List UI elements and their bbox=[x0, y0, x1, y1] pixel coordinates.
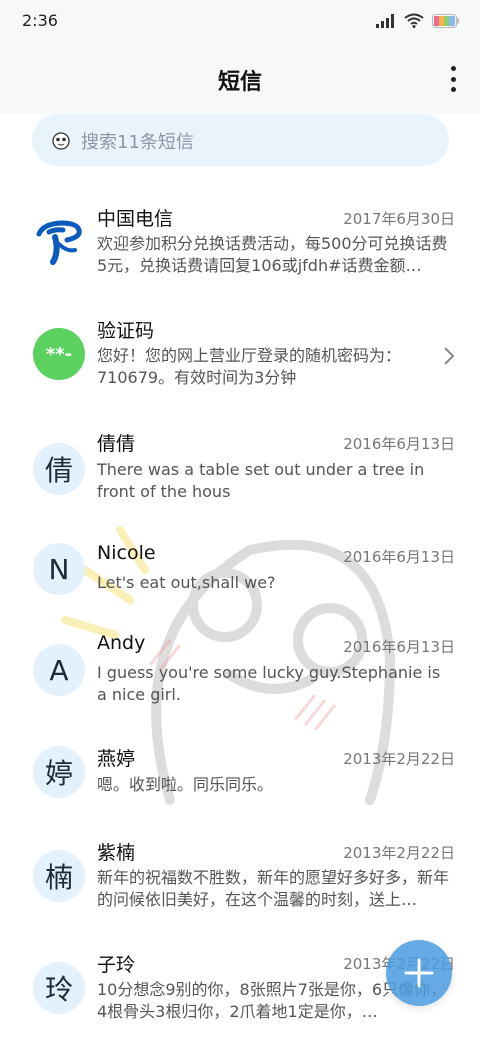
message-preview: I guess you're some lucky guy.Stephanie … bbox=[97, 663, 441, 704]
sender-name: 验证码 bbox=[97, 320, 155, 342]
search-mascot-icon bbox=[52, 132, 70, 150]
avatar-text: 楠 bbox=[44, 861, 73, 894]
sender-name: Nicole bbox=[97, 542, 156, 564]
more-dot-icon bbox=[450, 66, 456, 71]
message-preview: 新年的祝福数不胜数，新年的愿望好多好多，新年的问候依旧美好，在这个温馨的时刻，送… bbox=[97, 868, 450, 909]
message-preview: 嗯。收到啦。同乐同乐。 bbox=[97, 775, 274, 794]
app-header: 短信 bbox=[0, 44, 480, 114]
message-preview: 您好！您的网上营业厅登录的随机密码为：710679。有效时间为3分钟 bbox=[97, 346, 402, 387]
avatar: A bbox=[33, 644, 85, 696]
avatar bbox=[33, 216, 85, 268]
avatar-text: 玲 bbox=[44, 973, 73, 1006]
battery-icon bbox=[432, 13, 459, 28]
message-preview: There was a table set out under a tree i… bbox=[97, 460, 425, 501]
search-input[interactable]: 搜索11条短信 bbox=[32, 114, 449, 166]
message-date: 2016年6月13日 bbox=[343, 435, 455, 453]
avatar-text: N bbox=[48, 552, 70, 586]
avatar: 婷 bbox=[33, 746, 85, 798]
list-item[interactable]: **- 验证码 您好！您的网上营业厅登录的随机密码为：710679。有效时间为3… bbox=[0, 298, 480, 410]
search-placeholder: 搜索11条短信 bbox=[81, 132, 194, 153]
message-date: 2016年6月13日 bbox=[343, 548, 455, 566]
plus-icon bbox=[404, 958, 434, 988]
sender-name: 中国电信 bbox=[97, 208, 174, 230]
sender-name: Andy bbox=[97, 632, 146, 654]
status-icons bbox=[376, 13, 460, 28]
avatar-text: **- bbox=[45, 343, 73, 365]
avatar: **- bbox=[33, 328, 85, 380]
signal-icon bbox=[376, 13, 394, 28]
sender-name: 燕婷 bbox=[97, 748, 136, 770]
more-dot-icon bbox=[450, 87, 456, 92]
avatar-text: 婷 bbox=[44, 757, 73, 790]
avatar-text: A bbox=[49, 653, 69, 687]
wifi-icon bbox=[404, 13, 424, 28]
message-date: 2013年2月22日 bbox=[343, 844, 455, 862]
more-options-button[interactable] bbox=[448, 66, 458, 92]
avatar: 玲 bbox=[33, 962, 85, 1014]
message-date: 2017年6月30日 bbox=[343, 210, 455, 228]
list-item[interactable]: A Andy 2016年6月13日 I guess you're some lu… bbox=[0, 614, 480, 726]
status-time: 2:36 bbox=[22, 11, 58, 30]
message-date: 2016年6月13日 bbox=[343, 638, 455, 656]
avatar: N bbox=[33, 543, 85, 595]
avatar: 楠 bbox=[33, 850, 85, 902]
chevron-right-icon bbox=[444, 347, 455, 365]
sender-name: 倩倩 bbox=[97, 433, 136, 455]
message-preview: Let's eat out,shall we? bbox=[97, 573, 276, 592]
china-telecom-logo-icon bbox=[36, 220, 82, 265]
message-date: 2013年2月22日 bbox=[343, 750, 455, 768]
message-preview: 欢迎参加积分兑换话费活动，每500分可兑换话费5元，兑换话费请回复106或jfd… bbox=[97, 234, 448, 275]
list-item[interactable]: 倩 倩倩 2016年6月13日 There was a table set ou… bbox=[0, 411, 480, 523]
sender-name: 子玲 bbox=[97, 954, 136, 976]
sender-name: 紫楠 bbox=[97, 842, 136, 864]
list-item[interactable]: 楠 紫楠 2013年2月22日 新年的祝福数不胜数，新年的愿望好多好多，新年的问… bbox=[0, 820, 480, 932]
avatar-text: 倩 bbox=[44, 454, 73, 487]
status-bar: 2:36 bbox=[0, 0, 480, 44]
more-dot-icon bbox=[450, 76, 456, 82]
avatar: 倩 bbox=[33, 443, 85, 495]
list-item[interactable]: 中国电信 2017年6月30日 欢迎参加积分兑换话费活动，每500分可兑换话费5… bbox=[0, 186, 480, 298]
page-title: 短信 bbox=[217, 70, 262, 95]
new-message-button[interactable] bbox=[386, 940, 452, 1006]
